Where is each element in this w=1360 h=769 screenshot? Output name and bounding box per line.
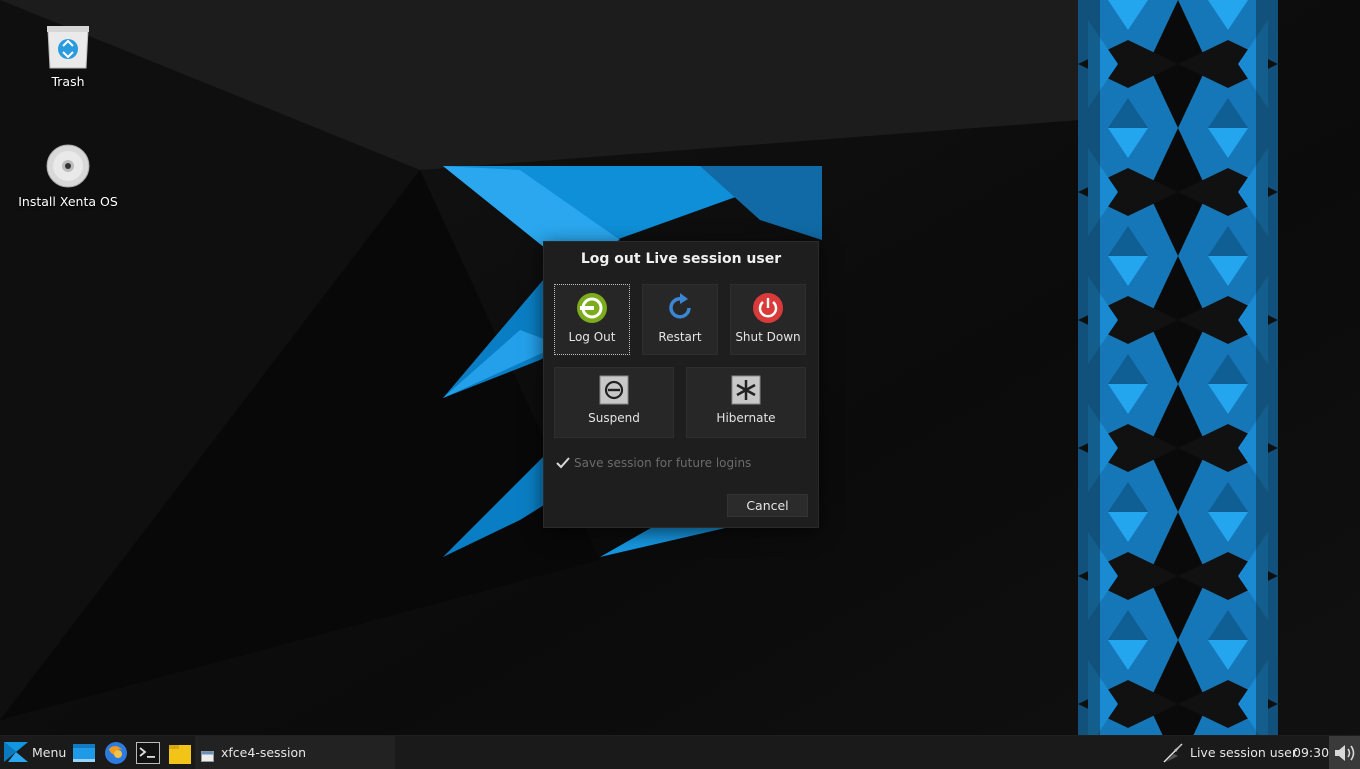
user-label: Live session user [1190, 745, 1298, 760]
file-manager-icon [72, 741, 96, 769]
hibernate-label: Hibernate [716, 411, 776, 425]
web-browser-icon [104, 741, 128, 769]
file-manager-launcher[interactable] [71, 736, 97, 769]
clock[interactable]: 09:30 [1293, 736, 1329, 769]
save-session-label: Save session for future logins [574, 456, 752, 470]
restart-icon [664, 292, 696, 324]
suspend-icon [599, 375, 629, 405]
menu-button[interactable]: Menu [4, 736, 68, 769]
logout-label: Log Out [568, 330, 616, 344]
suspend-button[interactable]: Suspend [554, 367, 674, 438]
shutdown-button[interactable]: Shut Down [730, 284, 806, 355]
window-icon [201, 747, 214, 766]
folder-launcher[interactable] [167, 736, 193, 769]
dialog-title: Log out Live session user [580, 251, 782, 267]
task-label: xfce4-session [221, 745, 307, 760]
volume-icon [1333, 742, 1357, 768]
desktop-icon-label: Install Xenta OS [18, 194, 118, 209]
user-switch-icon [1162, 742, 1184, 768]
menu-label: Menu [32, 745, 67, 760]
shutdown-label: Shut Down [735, 330, 801, 344]
hibernate-button[interactable]: Hibernate [686, 367, 806, 438]
trash-icon [44, 22, 92, 70]
checkmark-icon [555, 455, 571, 471]
task-xfce4-session[interactable]: xfce4-session [195, 736, 395, 769]
logout-button[interactable]: Log Out [554, 284, 630, 355]
desktop-icon-label: Trash [51, 74, 85, 89]
user-menu[interactable]: Live session user [1162, 736, 1297, 769]
suspend-label: Suspend [588, 411, 640, 425]
folder-icon [168, 741, 192, 769]
restart-button[interactable]: Restart [642, 284, 718, 355]
desktop-icon-trash[interactable]: Trash [13, 22, 123, 89]
disc-icon [44, 142, 92, 190]
web-browser-launcher[interactable] [103, 736, 129, 769]
logout-icon [576, 292, 608, 324]
cancel-button[interactable]: Cancel [727, 494, 808, 517]
terminal-icon [136, 741, 160, 769]
desktop-icon-install[interactable]: Install Xenta OS [13, 142, 123, 209]
power-icon [752, 292, 784, 324]
hibernate-icon [731, 375, 761, 405]
xenta-logo-icon [4, 740, 28, 768]
volume-button[interactable] [1329, 736, 1360, 769]
restart-label: Restart [658, 330, 702, 344]
taskbar: Menu xfce4-session Live session user 09:… [0, 735, 1360, 769]
terminal-launcher[interactable] [135, 736, 161, 769]
